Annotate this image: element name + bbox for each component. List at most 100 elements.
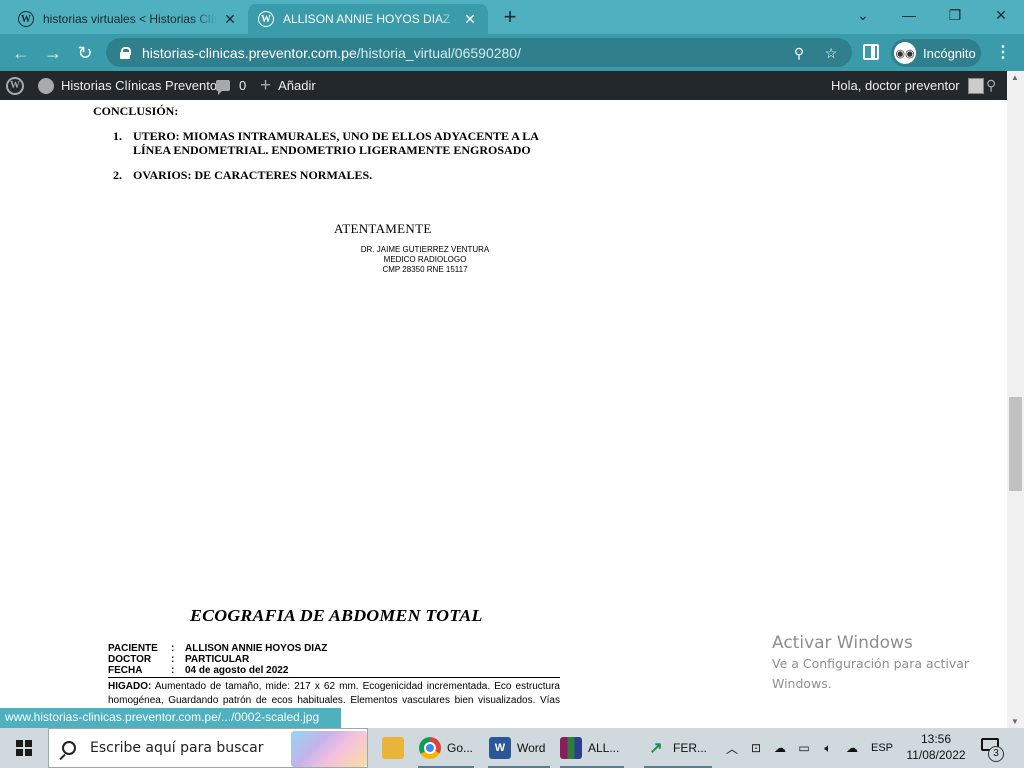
forward-arrow-icon[interactable]: → [41, 41, 65, 65]
site-name: Historias Clínicas Preventor [61, 78, 222, 93]
chart-arrow-icon: ↗ [649, 740, 663, 757]
tab-title: ALLISON ANNIE HOYOS DIAZ – Historias Clí… [283, 12, 458, 26]
bookmark-star-icon[interactable]: ☆ [822, 44, 840, 62]
incognito-icon: ◉◉ [894, 42, 916, 64]
signature-registry: CMP 28350 RNE 15117 [382, 265, 468, 274]
folder-icon [382, 737, 404, 759]
taskbar-search-box[interactable]: Escribe aquí para buscar [48, 728, 368, 768]
signature-name: DR. JAIME GUTIERREZ VENTURA [360, 245, 490, 254]
restore-button[interactable]: ❐ [932, 0, 978, 30]
incognito-label: Incógnito [923, 45, 976, 61]
closing-text: ATENTAMENTE [334, 221, 432, 236]
chrome-icon [419, 737, 441, 759]
language-indicator[interactable]: ESP [866, 728, 898, 768]
wp-logo-menu[interactable]: W [6, 71, 24, 100]
taskbar-app-fer[interactable]: ↗ FER... [640, 728, 716, 768]
system-clock[interactable]: 13:56 11/08/2022 [902, 731, 970, 763]
network-icon[interactable]: ▭ [794, 728, 814, 768]
user-greeting: Hola, doctor preventor [831, 78, 960, 93]
add-new-label: Añadir [278, 78, 316, 93]
item-text: UTERO: MIOMAS INTRAMURALES, UNO DE ELLOS… [133, 129, 539, 157]
zoom-icon[interactable]: ⚲ [790, 44, 808, 62]
onedrive-cloud-icon[interactable]: ☁ [770, 728, 790, 768]
search-icon [62, 741, 76, 755]
app-label: ALL... [588, 741, 620, 755]
tab-close-icon[interactable]: ✕ [222, 11, 238, 28]
app-label: Word [517, 741, 546, 755]
add-new-menu[interactable]: + Añadir [260, 71, 316, 100]
volume-icon[interactable]: 🔈︎ [818, 728, 838, 768]
comments-link[interactable]: 0 [216, 71, 246, 100]
meta-value: 04 de agosto del 2022 [185, 665, 289, 676]
comments-count: 0 [239, 78, 247, 93]
item-text: OVARIOS: DE CARACTERES NORMALES. [133, 168, 373, 182]
para-label: HIGADO: [108, 681, 152, 692]
meta-colon: : [171, 665, 175, 676]
side-panel-icon[interactable] [863, 44, 879, 60]
clock-time: 13:56 [920, 732, 952, 746]
minimize-button[interactable]: — [886, 0, 932, 30]
tray-overflow-chevron-icon[interactable]: ︿ [722, 728, 742, 768]
tab-title: historias virtuales < Historias Clínicas… [43, 12, 218, 26]
item-number: 1. [113, 129, 122, 143]
link-status-bubble: www.historias-clinicas.preventor.com.pe/… [0, 708, 342, 728]
word-icon: W [489, 737, 511, 759]
meta-key: FECHA [108, 665, 143, 676]
browser-toolbar: ← → ↻ historias-clinicas.preventor.com.p… [0, 34, 1024, 71]
meta-value: PARTICULAR [185, 654, 250, 665]
app-label: FER... [673, 741, 708, 755]
taskbar-app-chrome[interactable]: Go... [414, 728, 478, 768]
page-scrollbar[interactable]: ▲ ▼ [1007, 71, 1024, 728]
winrar-icon [560, 737, 582, 759]
back-arrow-icon[interactable]: ← [9, 41, 33, 65]
tab-close-icon[interactable]: ✕ [462, 11, 478, 28]
lock-icon[interactable] [120, 46, 131, 59]
activate-windows-watermark: Activar Windows Ve a Configuración para … [772, 632, 1002, 694]
signature-title: MEDICO RADIOLOGO [383, 255, 467, 264]
taskbar-app-word[interactable]: W Word [484, 728, 554, 768]
watermark-title: Activar Windows [772, 633, 913, 653]
meta-value: ALLISON ANNIE HOYOS DIAZ [185, 643, 328, 654]
site-name-link[interactable]: Historias Clínicas Preventor [38, 71, 221, 100]
meta-colon: : [171, 654, 175, 665]
watermark-subtitle: Ve a Configuración para activar Windows. [772, 656, 970, 691]
item-number: 2. [113, 168, 122, 182]
admin-search-icon[interactable]: ⚲ [986, 71, 996, 100]
notification-count-badge: 3 [988, 746, 1004, 762]
meta-key: DOCTOR [108, 654, 152, 665]
incognito-profile-button[interactable]: ◉◉ Incógnito [891, 39, 981, 67]
browser-tab-historias-virtuales[interactable]: W historias virtuales < Historias Clínic… [8, 4, 248, 34]
tab-search-chevron-icon[interactable]: ⌄ [840, 0, 886, 30]
meta-key: PACIENTE [108, 643, 158, 654]
search-highlight-art-icon [291, 731, 367, 767]
clock-date: 11/08/2022 [906, 748, 966, 762]
app-label: Go... [447, 741, 474, 755]
reload-icon[interactable]: ↻ [73, 41, 97, 65]
meta-colon: : [171, 643, 175, 654]
search-placeholder: Escribe aquí para buscar [90, 740, 264, 756]
windows-taskbar: Escribe aquí para buscar Go... W Word AL… [0, 728, 1024, 768]
start-button[interactable] [0, 728, 48, 768]
scroll-up-arrow-icon[interactable]: ▲ [1011, 73, 1019, 82]
wp-admin-bar: W Historias Clínicas Preventor 0 + Añadi… [0, 71, 1024, 100]
address-bar[interactable]: historias-clinicas.preventor.com.pe/hist… [106, 38, 852, 67]
windows-logo-icon [16, 740, 32, 756]
kebab-menu-icon[interactable]: ⋮ [995, 43, 1011, 63]
scroll-down-arrow-icon[interactable]: ▼ [1011, 717, 1019, 726]
meet-now-icon[interactable]: ⊡ [746, 728, 766, 768]
divider [108, 677, 560, 678]
wordpress-favicon-icon: W [258, 11, 274, 27]
url-path: /historia_virtual/06590280/ [356, 44, 521, 61]
close-window-button[interactable]: ✕ [978, 0, 1024, 30]
taskbar-app-file-explorer[interactable] [375, 728, 411, 768]
browser-tab-allison[interactable]: W ALLISON ANNIE HOYOS DIAZ – Historias C… [248, 4, 488, 34]
new-tab-button[interactable]: + [498, 6, 522, 30]
url-text[interactable]: historias-clinicas.preventor.com.pe/hist… [142, 45, 521, 61]
onedrive-sync-icon[interactable]: ☁ [842, 728, 862, 768]
taskbar-app-winrar[interactable]: ALL... [556, 728, 628, 768]
notification-center-button[interactable]: 3 [978, 736, 1004, 762]
user-account-menu[interactable]: Hola, doctor preventor [831, 71, 984, 100]
url-host: historias-clinicas.preventor.com.pe [142, 44, 357, 61]
page-content: CONCLUSIÓN: 1. UTERO: MIOMAS INTRAMURALE… [0, 100, 1007, 728]
scroll-thumb[interactable] [1009, 397, 1022, 491]
